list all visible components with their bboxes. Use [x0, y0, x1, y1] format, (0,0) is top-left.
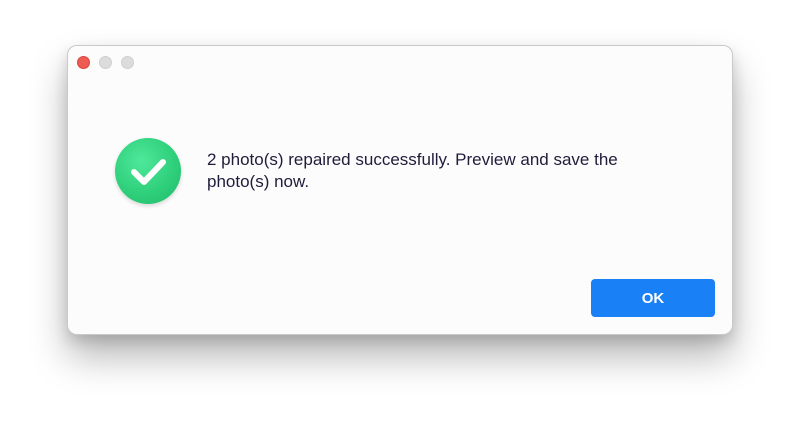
maximize-window-button[interactable]: [121, 56, 134, 69]
checkmark-icon: [131, 159, 166, 185]
minimize-window-button[interactable]: [99, 56, 112, 69]
stage: 2 photo(s) repaired successfully. Previe…: [0, 0, 800, 424]
dialog-message: 2 photo(s) repaired successfully. Previe…: [207, 150, 618, 191]
repair-result-dialog: 2 photo(s) repaired successfully. Previe…: [67, 45, 733, 335]
window-controls: [77, 56, 134, 69]
ok-button[interactable]: OK: [591, 279, 715, 317]
success-check-icon: [115, 138, 181, 204]
close-window-button[interactable]: [77, 56, 90, 69]
